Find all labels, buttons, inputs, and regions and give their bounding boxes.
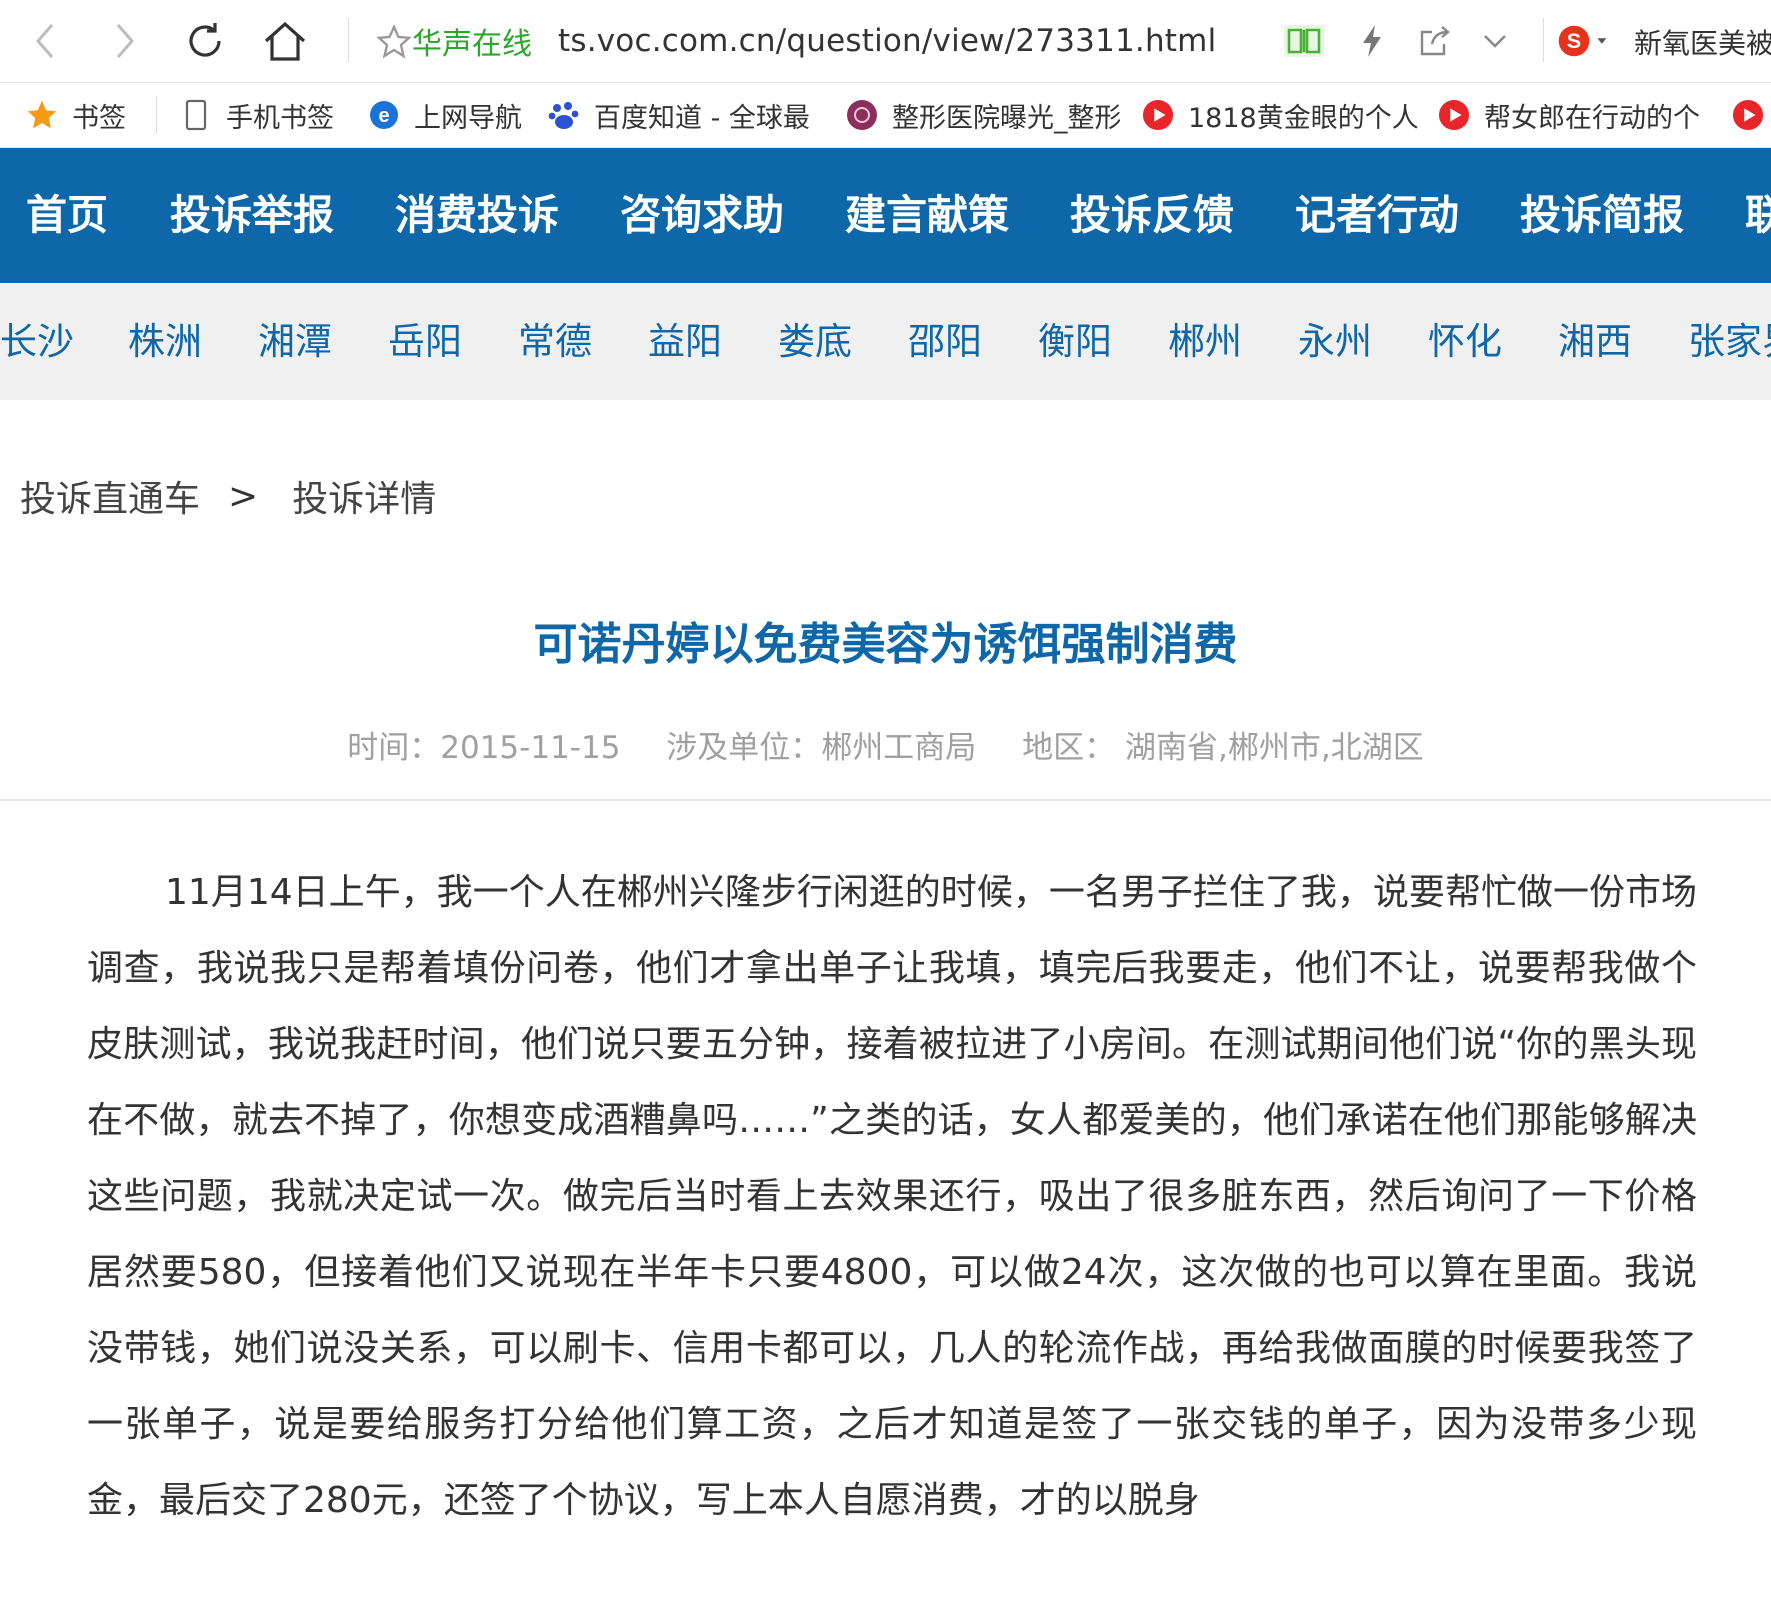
video-icon (1142, 99, 1174, 131)
article-meta: 时间：2015-11-15 涉及单位：郴州工商局 地区： 湖南省,郴州市,北湖区 (0, 722, 1771, 767)
star-icon (26, 99, 58, 131)
share-icon (1420, 26, 1450, 56)
city-item[interactable]: 邵阳 (908, 283, 982, 400)
back-button[interactable] (18, 14, 72, 68)
video-icon (1438, 99, 1470, 131)
baidu-icon (548, 99, 580, 131)
toolbar-divider (1543, 18, 1544, 62)
breadcrumb-root[interactable]: 投诉直通车 (20, 470, 200, 522)
chevron-down-icon (1484, 35, 1506, 48)
phone-icon (180, 99, 212, 131)
ie-icon: e (368, 99, 400, 131)
lightning-icon (1363, 25, 1381, 57)
city-item[interactable]: 湘西 (1558, 283, 1632, 400)
article-time: 时间：2015-11-15 (347, 730, 621, 766)
bookmark-divider (156, 96, 157, 134)
breadcrumb-current: 投诉详情 (292, 479, 437, 520)
svg-text:e: e (378, 105, 389, 127)
book-icon (1284, 25, 1324, 57)
speed-mode-button[interactable] (1345, 14, 1399, 68)
city-item[interactable]: 永州 (1298, 283, 1372, 400)
bookmark-item[interactable]: 整形医院曝光_整形 (846, 83, 1120, 147)
star-outline-icon[interactable] (376, 24, 412, 60)
city-item[interactable]: 常德 (518, 283, 592, 400)
city-item[interactable]: 娄底 (778, 283, 852, 400)
article-body: 11月14日上午，我一个人在郴州兴隆步行闲逛的时候，一名男子拦住了我，说要帮忙做… (87, 872, 1697, 1521)
bookmark-label: 书签 (72, 102, 126, 134)
sogou-input-button[interactable]: S (1556, 14, 1610, 68)
city-item[interactable]: 衡阳 (1038, 283, 1112, 400)
bookmark-item[interactable]: 1818黄金眼的个人 (1142, 83, 1418, 147)
nav-item-home[interactable]: 首页 (26, 148, 108, 283)
extension-label[interactable]: 新氧医美被 (1634, 22, 1771, 62)
city-nav: 长沙 株洲 湘潭 岳阳 常德 益阳 娄底 邵阳 衡阳 郴州 永州 怀化 湘西 张… (0, 283, 1771, 400)
site-name: 华声在线 (412, 27, 532, 62)
bookmark-label: 帮女郎在行动的个 (1484, 102, 1700, 134)
browser-toolbar: 华声在线 ts.voc.com.cn/question/view/273311.… (0, 0, 1771, 83)
share-button[interactable] (1408, 14, 1462, 68)
nav-item-contact[interactable]: 联 (1745, 148, 1771, 283)
bookmark-item[interactable]: 书签 (26, 83, 126, 147)
toolbar-divider (348, 18, 349, 62)
city-item[interactable]: 郴州 (1168, 283, 1242, 400)
bookmark-label: 1818黄金眼的个人 (1188, 102, 1418, 134)
chevron-right-icon (116, 24, 134, 58)
clinic-logo-icon (846, 99, 878, 131)
nav-item-consult[interactable]: 咨询求助 (620, 148, 784, 283)
nav-item-consumer[interactable]: 消费投诉 (395, 148, 559, 283)
bookmarks-bar: 书签 手机书签 e 上网导航 百度知道 - 全球最 整形医院曝光_整形 1818… (0, 83, 1771, 148)
bookmark-item[interactable]: 百度知道 - 全球最 (548, 83, 810, 147)
main-nav: 首页 投诉举报 消费投诉 咨询求助 建言献策 投诉反馈 记者行动 投诉简报 联 (0, 148, 1771, 283)
article-unit: 涉及单位：郴州工商局 (666, 730, 977, 766)
breadcrumb-separator: > (228, 475, 259, 517)
nav-item-reporter[interactable]: 记者行动 (1295, 148, 1459, 283)
city-item[interactable]: 株洲 (128, 283, 202, 400)
bookmark-label: 手机书签 (226, 102, 334, 134)
nav-item-suggest[interactable]: 建言献策 (845, 148, 1009, 283)
bookmark-item[interactable]: 帮女郎在行动的个 (1438, 83, 1700, 147)
city-item[interactable]: 岳阳 (388, 283, 462, 400)
article-title: 可诺丹婷以免费美容为诱饵强制消费 (533, 619, 1238, 670)
video-icon (1732, 99, 1764, 131)
city-item[interactable]: 张家界 (1688, 283, 1771, 400)
article-region: 地区： 湖南省,郴州市,北湖区 (1022, 730, 1424, 766)
chevron-left-icon (36, 24, 54, 58)
home-icon (264, 21, 306, 61)
city-item[interactable]: 湘潭 (258, 283, 332, 400)
forward-button[interactable] (98, 14, 152, 68)
bookmark-label: 整形医院曝光_整形 (892, 102, 1120, 134)
home-button[interactable] (258, 14, 312, 68)
nav-item-report[interactable]: 投诉举报 (170, 148, 334, 283)
nav-item-feedback[interactable]: 投诉反馈 (1070, 148, 1234, 283)
svg-text:S: S (1567, 28, 1581, 53)
city-item[interactable]: 益阳 (648, 283, 722, 400)
reload-button[interactable] (178, 14, 232, 68)
dropdown-button[interactable] (1468, 14, 1522, 68)
url-text[interactable]: ts.voc.com.cn/question/view/273311.html (558, 23, 1216, 59)
city-item[interactable]: 怀化 (1428, 283, 1502, 400)
bookmark-label: 百度知道 - 全球最 (594, 102, 810, 134)
city-item[interactable]: 长沙 (0, 283, 74, 400)
bookmark-item[interactable]: e 上网导航 (368, 83, 522, 147)
bookmark-label: 上网导航 (414, 102, 522, 134)
bookmark-item[interactable] (1732, 83, 1771, 147)
reader-mode-button[interactable] (1277, 14, 1331, 68)
bookmark-item[interactable]: 手机书签 (180, 83, 334, 147)
breadcrumb: 投诉直通车 > 投诉详情 (20, 468, 436, 524)
reload-icon (189, 23, 221, 57)
nav-item-briefing[interactable]: 投诉简报 (1520, 148, 1684, 283)
sogou-logo-icon: S (1558, 25, 1607, 57)
meta-divider (0, 799, 1771, 801)
